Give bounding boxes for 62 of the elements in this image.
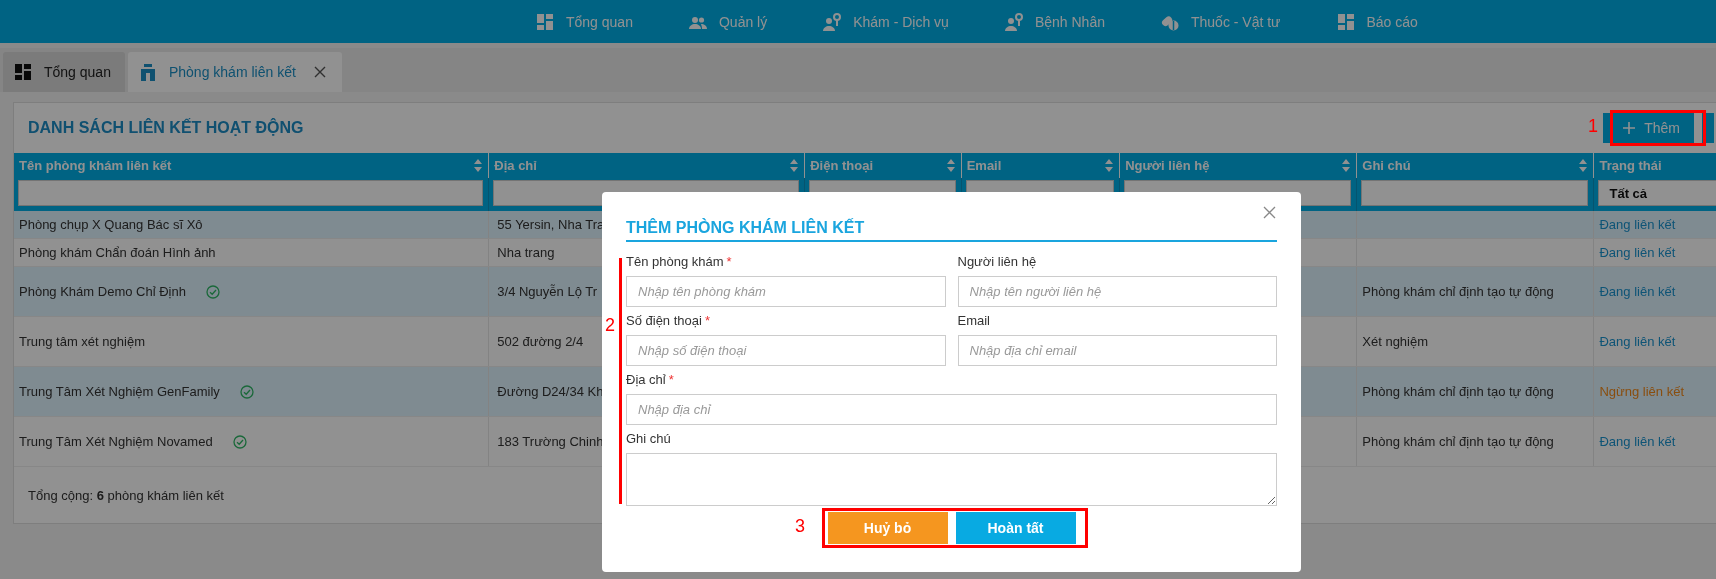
required-mark: * [668, 372, 674, 387]
person-pin-icon [1004, 12, 1023, 31]
nav-item[interactable]: Quản lý [688, 12, 768, 31]
table-cell: Trung Tâm Xét Nghiệm Novamed [19, 434, 213, 449]
tab[interactable]: Tổng quan [3, 52, 125, 92]
status-link[interactable]: Đang liên kết [1599, 434, 1676, 449]
table-cell: Nha trang [497, 245, 555, 260]
field-label: Số điện thoại [626, 313, 702, 328]
nav-item[interactable]: Tổng quan [536, 12, 633, 31]
add-button[interactable]: Thêm [1603, 113, 1694, 143]
input-field[interactable]: Nhập tên người liên hệ [957, 276, 1277, 307]
filter-field[interactable] [1361, 180, 1589, 206]
dashboard-icon [1336, 12, 1355, 31]
dashboard-icon [14, 63, 32, 81]
table-cell: Xét nghiệm [1362, 334, 1429, 349]
field-label: Email [957, 313, 990, 328]
nav-item[interactable]: Bệnh Nhân [1004, 12, 1105, 31]
person-pin-icon [823, 12, 842, 31]
field-label: Ghi chú [626, 431, 671, 446]
total-count: Tổng cộng: 6 phòng khám liên kết [28, 487, 224, 503]
close-button[interactable] [1262, 205, 1277, 220]
filter-field[interactable] [18, 180, 484, 206]
status-link[interactable]: Đang liên kết [1599, 245, 1676, 260]
input-field[interactable]: Nhập tên phòng khám [626, 276, 946, 307]
required-mark: * [726, 254, 732, 269]
nav-item[interactable]: Báo cáo [1336, 12, 1418, 31]
annotation-number: 1 [1588, 116, 1598, 137]
table-cell: Phòng Khám Demo Chỉ Định [19, 284, 186, 299]
input-field[interactable]: Nhập số điện thoại [626, 335, 946, 366]
cancel-button[interactable]: Huỷ bỏ [827, 512, 948, 544]
table-cell: 502 đường 2/4 [497, 334, 584, 349]
panel-title: DANH SÁCH LIÊN KẾT HOẠT ĐỘNG [28, 119, 304, 137]
dialog-title: THÊM PHÒNG KHÁM LIÊN KẾT [626, 219, 865, 238]
status-link[interactable]: Đang liên kết [1599, 284, 1676, 299]
close-icon [1263, 206, 1276, 219]
nav-item[interactable]: Khám - Dịch vụ [823, 12, 949, 31]
table-cell: Phòng khám Chẩn đoán Hình ảnh [19, 245, 216, 260]
annotation-number: 3 [795, 516, 805, 537]
table-cell: 3/4 Nguyễn Lộ Tr [497, 284, 598, 299]
annotation-number: 2 [605, 315, 615, 336]
table-cell: Trung tâm xét nghiệm [19, 334, 145, 349]
field-label: Địa chỉ [626, 372, 666, 387]
field-label: Người liên hệ [957, 254, 1037, 269]
plus-icon [1623, 122, 1636, 134]
building-icon [138, 63, 157, 81]
table-cell: Phòng chụp X Quang Bác sĩ Xô [19, 217, 203, 232]
table-cell: Phòng khám chỉ định tạo tự động [1362, 434, 1554, 449]
field-label: Tên phòng khám [626, 254, 724, 269]
required-mark: * [704, 313, 710, 328]
status-link[interactable]: Đang liên kết [1599, 334, 1676, 349]
table-cell: Phòng khám chỉ định tạo tự động [1362, 284, 1554, 299]
status-link[interactable]: Đang liên kết [1599, 217, 1676, 232]
dashboard-icon [536, 12, 554, 31]
submit-button[interactable]: Hoàn tất [955, 512, 1076, 544]
filter-dropdown[interactable]: Tất cả [1598, 180, 1716, 206]
table-cell: Phòng khám chỉ định tạo tự động [1362, 384, 1554, 399]
input-field[interactable]: Nhập địa chỉ [626, 394, 1277, 425]
table-cell: Trung Tâm Xét Nghiệm GenFamily [19, 384, 220, 399]
input-field[interactable]: Nhập địa chỉ email [957, 335, 1277, 366]
nav-item[interactable]: Thuốc - Vật tư [1160, 12, 1281, 31]
tab[interactable]: Phòng khám liên kết [127, 52, 342, 92]
text-area[interactable] [626, 453, 1277, 506]
